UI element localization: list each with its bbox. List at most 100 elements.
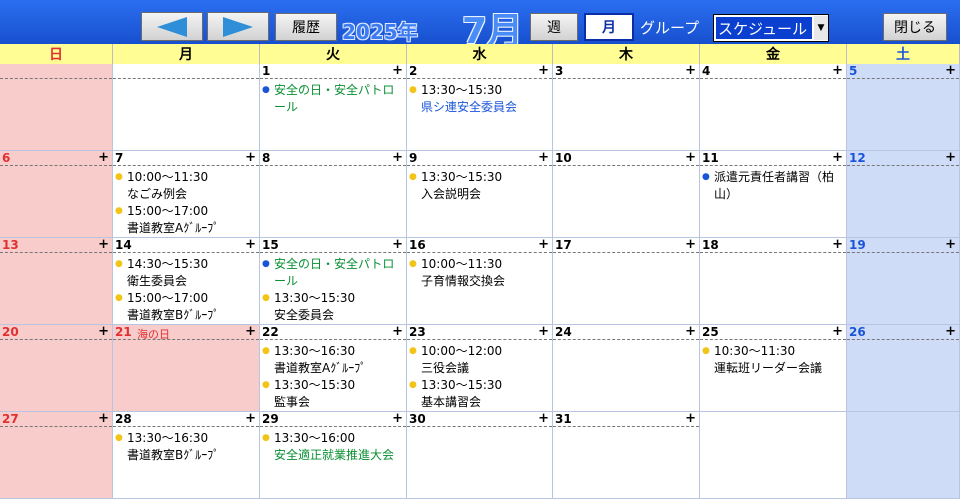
event-item[interactable]: ● 13:30～16:30 書道教室Aｸﾞﾙｰﾌﾟ <box>262 343 404 377</box>
day-cell[interactable]: 10 + <box>553 151 700 238</box>
day-cell[interactable]: 13 + <box>0 238 113 325</box>
add-event-button[interactable]: + <box>392 325 403 339</box>
event-item[interactable]: ● 派遣元責任者講習（柏山） <box>702 169 844 203</box>
add-event-button[interactable]: + <box>98 151 109 165</box>
day-cell[interactable]: 23 + ● 10:00～12:00 三役会議 ● 13:30～15:30 基本講習会 <box>407 325 553 412</box>
add-event-button[interactable]: + <box>945 64 956 78</box>
day-cell[interactable]: 11 + ● 派遣元責任者講習（柏山） <box>700 151 847 238</box>
day-cell[interactable]: 16 + ● 10:00～11:30 子育情報交換会 <box>407 238 553 325</box>
event-item[interactable]: ● 14:30～15:30 衛生委員会 <box>115 256 257 290</box>
view-select[interactable]: スケジュール ▼ <box>713 14 829 42</box>
day-cell[interactable]: 5 + <box>847 64 960 151</box>
add-event-button[interactable]: + <box>685 151 696 165</box>
event-item[interactable]: ● 13:30～15:30 監事会 <box>262 377 404 411</box>
event-item[interactable]: ● 15:00～17:00 書道教室Bｸﾞﾙｰﾌﾟ <box>115 290 257 324</box>
add-event-button[interactable]: + <box>685 325 696 339</box>
event-item[interactable]: ● 13:30～15:30 県シ連安全委員会 <box>409 82 550 116</box>
event-time: 13:30～16:30 <box>274 344 356 358</box>
day-cell[interactable]: 3 + <box>553 64 700 151</box>
add-event-button[interactable]: + <box>392 238 403 252</box>
event-title: 書道教室Aｸﾞﾙｰﾌﾟ <box>274 361 367 375</box>
event-item[interactable]: ● 10:30～11:30 運転班リーダー会議 <box>702 343 844 377</box>
add-event-button[interactable]: + <box>538 412 549 426</box>
day-cell[interactable] <box>113 64 260 151</box>
event-line: ● 派遣元責任者講習（柏山） <box>702 169 844 203</box>
add-event-button[interactable]: + <box>945 325 956 339</box>
day-cell[interactable]: 29 + ● 13:30～16:00 安全適正就業推進大会 <box>260 412 407 499</box>
close-button[interactable]: 閉じる <box>883 13 947 41</box>
day-cell[interactable]: 14 + ● 14:30～15:30 衛生委員会 ● 15:00～17:00 書道教室Bｸﾞﾙ… <box>113 238 260 325</box>
event-item[interactable]: ● 安全の日・安全パトロール <box>262 256 404 290</box>
add-event-button[interactable]: + <box>538 151 549 165</box>
day-cell[interactable]: 26 + <box>847 325 960 412</box>
month-view-button[interactable]: 月 <box>584 13 634 41</box>
day-header: 25 + <box>700 325 846 340</box>
day-cell[interactable]: 25 + ● 10:30～11:30 運転班リーダー会議 <box>700 325 847 412</box>
event-list: ● 10:00～11:30 なごみ例会 ● 15:00～17:00 書道教室Aｸﾞﾙｰﾌﾟ <box>115 169 257 237</box>
add-event-button[interactable]: + <box>832 64 843 78</box>
add-event-button[interactable]: + <box>245 412 256 426</box>
day-cell[interactable]: 6 + <box>0 151 113 238</box>
day-cell[interactable]: 27 + <box>0 412 113 499</box>
history-button[interactable]: 履歴 <box>275 13 337 41</box>
add-event-button[interactable]: + <box>245 238 256 252</box>
event-item[interactable]: ● 10:00～11:30 子育情報交換会 <box>409 256 550 290</box>
add-event-button[interactable]: + <box>832 238 843 252</box>
event-list: ● 派遣元責任者講習（柏山） <box>702 169 844 203</box>
event-item[interactable]: ● 10:00～12:00 三役会議 <box>409 343 550 377</box>
day-cell[interactable]: 21 海の日 + <box>113 325 260 412</box>
event-item[interactable]: ● 10:00～11:30 なごみ例会 <box>115 169 257 203</box>
event-item[interactable]: ● 13:30～16:30 書道教室Bｸﾞﾙｰﾌﾟ <box>115 430 257 464</box>
day-cell[interactable]: 9 + ● 13:30～15:30 入会説明会 <box>407 151 553 238</box>
event-item[interactable]: ● 13:30～15:30 入会説明会 <box>409 169 550 203</box>
add-event-button[interactable]: + <box>392 151 403 165</box>
prev-month-button[interactable] <box>141 12 203 41</box>
add-event-button[interactable]: + <box>945 151 956 165</box>
add-event-button[interactable]: + <box>685 412 696 426</box>
day-cell[interactable]: 24 + <box>553 325 700 412</box>
event-item[interactable]: ● 13:30～15:30 安全委員会 <box>262 290 404 324</box>
add-event-button[interactable]: + <box>98 238 109 252</box>
day-cell[interactable]: 2 + ● 13:30～15:30 県シ連安全委員会 <box>407 64 553 151</box>
event-item[interactable]: ● 13:30～15:30 基本講習会 <box>409 377 550 411</box>
day-cell[interactable] <box>0 64 113 151</box>
day-cell[interactable]: 7 + ● 10:00～11:30 なごみ例会 ● 15:00～17:00 書道教室Aｸﾞﾙｰ… <box>113 151 260 238</box>
day-cell[interactable]: 20 + <box>0 325 113 412</box>
add-event-button[interactable]: + <box>392 64 403 78</box>
event-item[interactable]: ● 安全の日・安全パトロール <box>262 82 404 116</box>
add-event-button[interactable]: + <box>832 325 843 339</box>
day-cell[interactable] <box>847 412 960 499</box>
day-cell[interactable]: 18 + <box>700 238 847 325</box>
day-cell[interactable]: 17 + <box>553 238 700 325</box>
add-event-button[interactable]: + <box>538 238 549 252</box>
day-cell[interactable]: 30 + <box>407 412 553 499</box>
day-cell[interactable] <box>700 412 847 499</box>
add-event-button[interactable]: + <box>685 238 696 252</box>
add-event-button[interactable]: + <box>98 325 109 339</box>
day-cell[interactable]: 28 + ● 13:30～16:30 書道教室Bｸﾞﾙｰﾌﾟ <box>113 412 260 499</box>
day-number: 20 <box>2 325 19 339</box>
day-cell[interactable]: 8 + <box>260 151 407 238</box>
day-cell[interactable]: 19 + <box>847 238 960 325</box>
day-cell[interactable]: 31 + <box>553 412 700 499</box>
day-cell[interactable]: 15 + ● 安全の日・安全パトロール ● 13:30～15:30 安全委員会 <box>260 238 407 325</box>
add-event-button[interactable]: + <box>945 238 956 252</box>
add-event-button[interactable]: + <box>392 412 403 426</box>
add-event-button[interactable]: + <box>245 325 256 339</box>
event-list: ● 13:30～16:30 書道教室Aｸﾞﾙｰﾌﾟ ● 13:30～15:30 監事会 <box>262 343 404 411</box>
add-event-button[interactable]: + <box>538 325 549 339</box>
day-cell[interactable]: 12 + <box>847 151 960 238</box>
add-event-button[interactable]: + <box>245 151 256 165</box>
next-month-button[interactable] <box>207 12 269 41</box>
day-cell[interactable]: 22 + ● 13:30～16:30 書道教室Aｸﾞﾙｰﾌﾟ ● 13:30～15:30 監事… <box>260 325 407 412</box>
event-item[interactable]: ● 15:00～17:00 書道教室Aｸﾞﾙｰﾌﾟ <box>115 203 257 237</box>
bullet-dot-icon: ● <box>115 259 123 269</box>
add-event-button[interactable]: + <box>98 412 109 426</box>
add-event-button[interactable]: + <box>832 151 843 165</box>
week-view-button[interactable]: 週 <box>530 13 578 41</box>
day-cell[interactable]: 1 + ● 安全の日・安全パトロール <box>260 64 407 151</box>
add-event-button[interactable]: + <box>538 64 549 78</box>
event-item[interactable]: ● 13:30～16:00 安全適正就業推進大会 <box>262 430 404 464</box>
add-event-button[interactable]: + <box>685 64 696 78</box>
day-cell[interactable]: 4 + <box>700 64 847 151</box>
